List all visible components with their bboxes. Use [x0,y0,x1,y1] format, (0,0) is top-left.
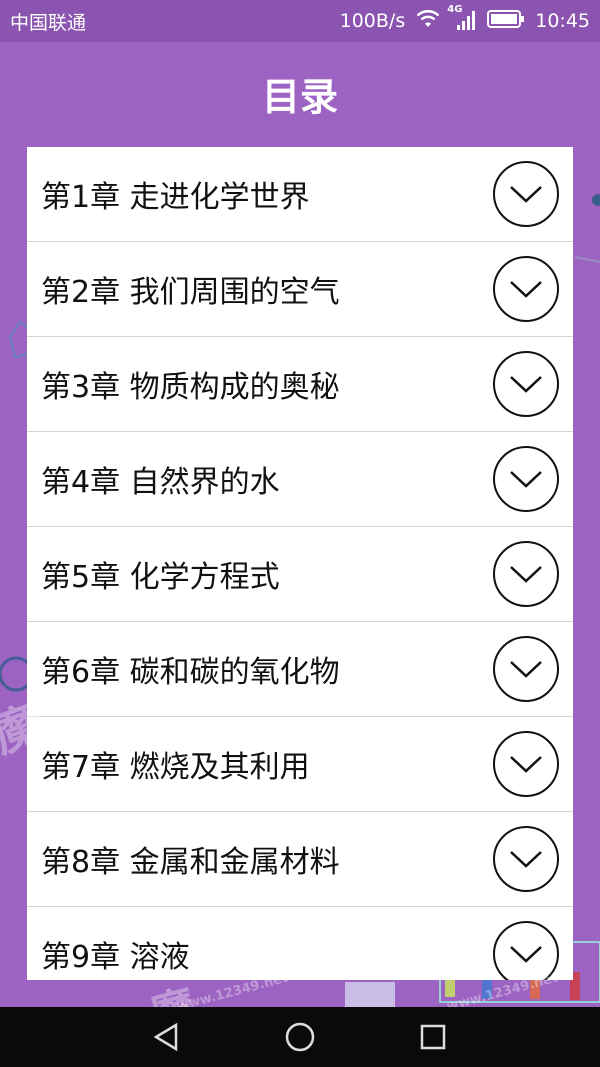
recent-square-icon[interactable] [367,1007,500,1067]
chevron-down-circle-icon[interactable] [493,351,559,417]
status-right: 100B/s 4G 10:45 [339,4,590,34]
chevron-down-circle-icon[interactable] [493,731,559,797]
chapter-item-5[interactable]: 第5章 化学方程式 [27,527,573,622]
back-triangle-icon[interactable] [101,1007,234,1067]
signal-icon: 4G [447,4,477,32]
navigation-bar [0,1007,600,1067]
chapter-label: 第4章 自然界的水 [41,465,280,500]
chevron-down-circle-icon[interactable] [493,541,559,607]
chevron-down-circle-icon[interactable] [493,446,559,512]
carrier-label: 中国联通 [10,11,87,34]
wifi-icon [415,9,441,34]
clock: 10:45 [535,10,590,32]
chapter-label: 第7章 燃烧及其利用 [41,750,310,785]
chapter-label: 第2章 我们周围的空气 [41,275,340,310]
network-speed: 100B/s [339,10,406,32]
chapter-item-8[interactable]: 第8章 金属和金属材料 [27,812,573,907]
chevron-down-circle-icon[interactable] [493,921,559,980]
page-title: 目录 [261,75,338,119]
battery-icon [487,9,525,34]
status-bar: 中国联通 100B/s 4G 10:45 [0,0,600,42]
home-circle-icon[interactable] [234,1007,367,1067]
chapter-item-7[interactable]: 第7章 燃烧及其利用 [27,717,573,812]
chapter-item-6[interactable]: 第6章 碳和碳的氧化物 [27,622,573,717]
chevron-down-circle-icon[interactable] [493,826,559,892]
chevron-down-circle-icon[interactable] [493,256,559,322]
chapter-label: 第3章 物质构成的奥秘 [41,370,340,405]
chapter-item-1[interactable]: 第1章 走进化学世界 [27,147,573,242]
chapter-list: 第1章 走进化学世界 第2章 我们周围的空气 第3章 物质构成的奥秘 第4章 自… [27,147,573,980]
chevron-down-circle-icon[interactable] [493,161,559,227]
chevron-down-circle-icon[interactable] [493,636,559,702]
chapter-label: 第1章 走进化学世界 [41,180,310,215]
chapter-label: 第9章 溶液 [41,940,190,975]
chapter-label: 第5章 化学方程式 [41,560,280,595]
chapter-item-3[interactable]: 第3章 物质构成的奥秘 [27,337,573,432]
chapter-label: 第6章 碳和碳的氧化物 [41,655,340,690]
chapter-label: 第8章 金属和金属材料 [41,845,340,880]
chapter-item-2[interactable]: 第2章 我们周围的空气 [27,242,573,337]
chapter-item-9[interactable]: 第9章 溶液 [27,907,573,980]
chapter-item-4[interactable]: 第4章 自然界的水 [27,432,573,527]
